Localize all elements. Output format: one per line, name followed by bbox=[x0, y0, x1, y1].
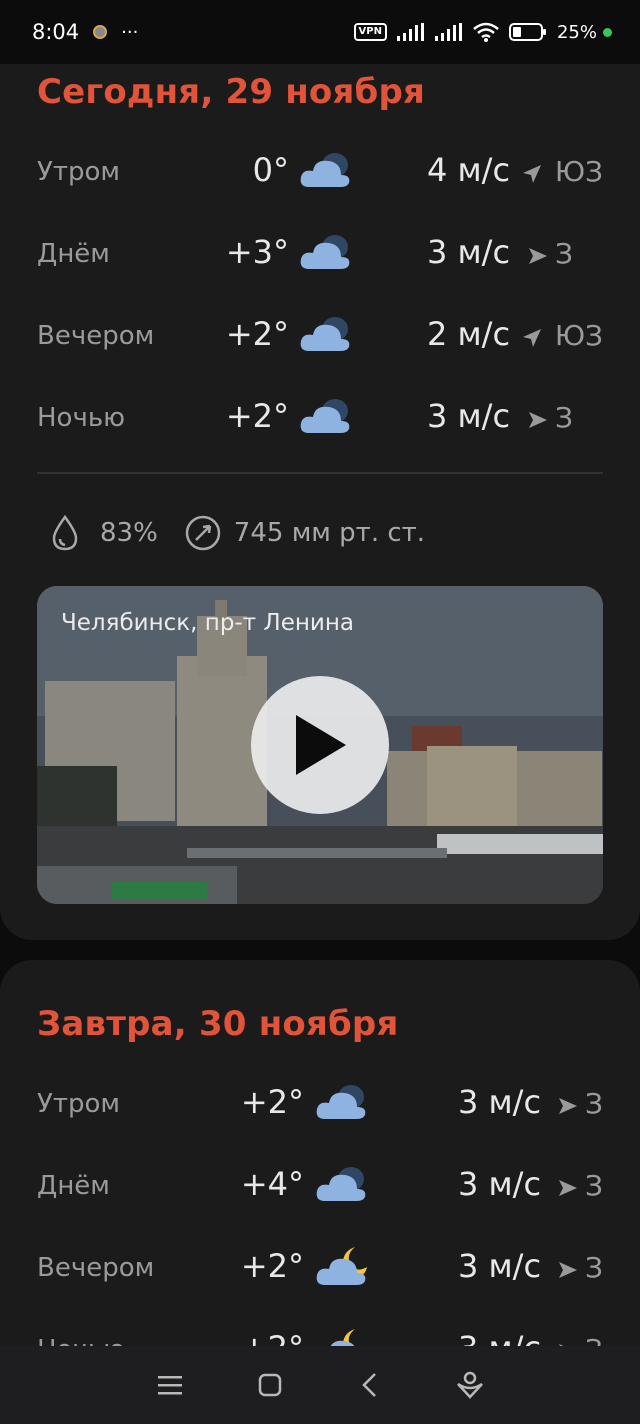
more-notifications: ··· bbox=[121, 21, 139, 43]
period-label: Днём bbox=[37, 239, 110, 269]
wind-arrow-w-icon bbox=[559, 1098, 577, 1114]
wind-direction: З bbox=[555, 237, 573, 270]
wind-speed: 4 м/с bbox=[427, 151, 511, 189]
battery-level: 25% bbox=[556, 21, 597, 43]
webcam-video[interactable]: Челябинск, пр-т Ленина bbox=[37, 586, 603, 904]
wind-arrow-w-icon bbox=[559, 1180, 577, 1196]
period-label: Вечером bbox=[37, 1253, 155, 1283]
forecast-row: Днём +4° 3 м/с З bbox=[37, 1157, 603, 1217]
back-icon bbox=[362, 1373, 376, 1397]
status-left: 8:04 ··· bbox=[32, 20, 138, 44]
cloudy-icon bbox=[300, 399, 350, 433]
period-label: Утром bbox=[37, 157, 121, 187]
divider bbox=[37, 472, 603, 474]
temperature: +3° bbox=[225, 233, 289, 271]
wind-direction: З bbox=[555, 401, 573, 434]
tomorrow-title: Завтра, 30 ноября bbox=[37, 1004, 399, 1044]
period-label: Ночью bbox=[37, 403, 126, 433]
back-button[interactable] bbox=[350, 1365, 390, 1405]
temperature: +2° bbox=[240, 1083, 304, 1121]
period-label: Утром bbox=[37, 1089, 121, 1119]
wind-arrow-sw-icon bbox=[523, 165, 541, 183]
humidity-icon bbox=[52, 514, 78, 551]
battery-icon bbox=[508, 23, 546, 41]
wind-direction: З bbox=[585, 1087, 603, 1120]
cloudy-icon bbox=[316, 1167, 366, 1201]
cloudy-icon bbox=[300, 153, 350, 187]
signal-icon bbox=[396, 23, 424, 41]
wind-speed: 3 м/с bbox=[427, 397, 511, 435]
forecast-row: Утром 0° 4 м/с ЮЗ bbox=[37, 143, 603, 203]
wind-direction: ЮЗ bbox=[554, 319, 603, 352]
wind-arrow-w-icon bbox=[529, 248, 547, 264]
menu-icon bbox=[158, 1376, 182, 1395]
cloudy-icon bbox=[316, 1085, 366, 1119]
temperature: +4° bbox=[240, 1165, 304, 1203]
period-label: Вечером bbox=[37, 321, 155, 351]
wind-speed: 3 м/с bbox=[458, 1083, 542, 1121]
wind-direction: З bbox=[585, 1251, 603, 1284]
wind-arrow-w-icon bbox=[559, 1262, 577, 1278]
home-button[interactable] bbox=[250, 1365, 290, 1405]
temperature: +2° bbox=[240, 1247, 304, 1285]
status-dot bbox=[603, 27, 612, 37]
menu-button[interactable] bbox=[150, 1365, 190, 1405]
forecast-row: Утром +2° 3 м/с З bbox=[37, 1075, 603, 1135]
cloudy-icon bbox=[300, 235, 350, 269]
cloudy-night-icon bbox=[316, 1247, 367, 1285]
wind-speed: 3 м/с bbox=[458, 1165, 542, 1203]
clock: 8:04 bbox=[32, 20, 80, 44]
app-notification-icon bbox=[93, 25, 108, 39]
pressure-value: 745 мм рт. ст. bbox=[233, 518, 426, 548]
forecast-row: Вечером +2° 3 м/с З bbox=[37, 1239, 603, 1299]
today-card: Сегодня, 29 ноября Утром 0° 4 м/с ЮЗ Днё… bbox=[0, 40, 640, 940]
period-label: Днём bbox=[37, 1171, 110, 1201]
temperature: 0° bbox=[252, 151, 289, 189]
cloudy-icon bbox=[300, 317, 350, 351]
assistant-button[interactable] bbox=[450, 1365, 490, 1405]
conditions-row: 83% 745 мм рт. ст. bbox=[46, 510, 425, 556]
wind-speed: 3 м/с bbox=[427, 233, 511, 271]
wind-speed: 3 м/с bbox=[458, 1247, 542, 1285]
status-right: VPN 25% bbox=[353, 21, 612, 43]
forecast-row: Ночью +2° 3 м/с З bbox=[37, 389, 603, 449]
status-bar: 8:04 ··· VPN 25% bbox=[0, 0, 640, 64]
forecast-row: Вечером +2° 2 м/с ЮЗ bbox=[37, 307, 603, 367]
wind-direction: ЮЗ bbox=[554, 155, 603, 188]
home-icon bbox=[258, 1373, 282, 1397]
vpn-icon: VPN bbox=[353, 23, 387, 41]
temperature: +2° bbox=[225, 315, 289, 353]
signal-icon-2 bbox=[434, 23, 462, 41]
temperature: +2° bbox=[225, 397, 289, 435]
play-button[interactable] bbox=[251, 676, 389, 814]
play-icon bbox=[296, 715, 346, 775]
pressure-icon bbox=[185, 515, 221, 551]
wifi-icon bbox=[473, 22, 499, 42]
video-title: Челябинск, пр-т Ленина bbox=[61, 610, 354, 636]
wind-direction: З bbox=[585, 1169, 603, 1202]
system-nav-bar bbox=[0, 1346, 640, 1424]
forecast-row: Днём +3° 3 м/с З bbox=[37, 225, 603, 285]
today-title: Сегодня, 29 ноября bbox=[37, 72, 426, 112]
wind-speed: 2 м/с bbox=[427, 315, 511, 353]
wind-arrow-w-icon bbox=[529, 412, 547, 428]
humidity-value: 83% bbox=[100, 518, 158, 548]
tomorrow-card: Завтра, 30 ноября Утром +2° 3 м/с З Днём… bbox=[0, 960, 640, 1380]
assistant-icon bbox=[457, 1371, 483, 1399]
wind-arrow-sw-icon bbox=[523, 329, 541, 347]
